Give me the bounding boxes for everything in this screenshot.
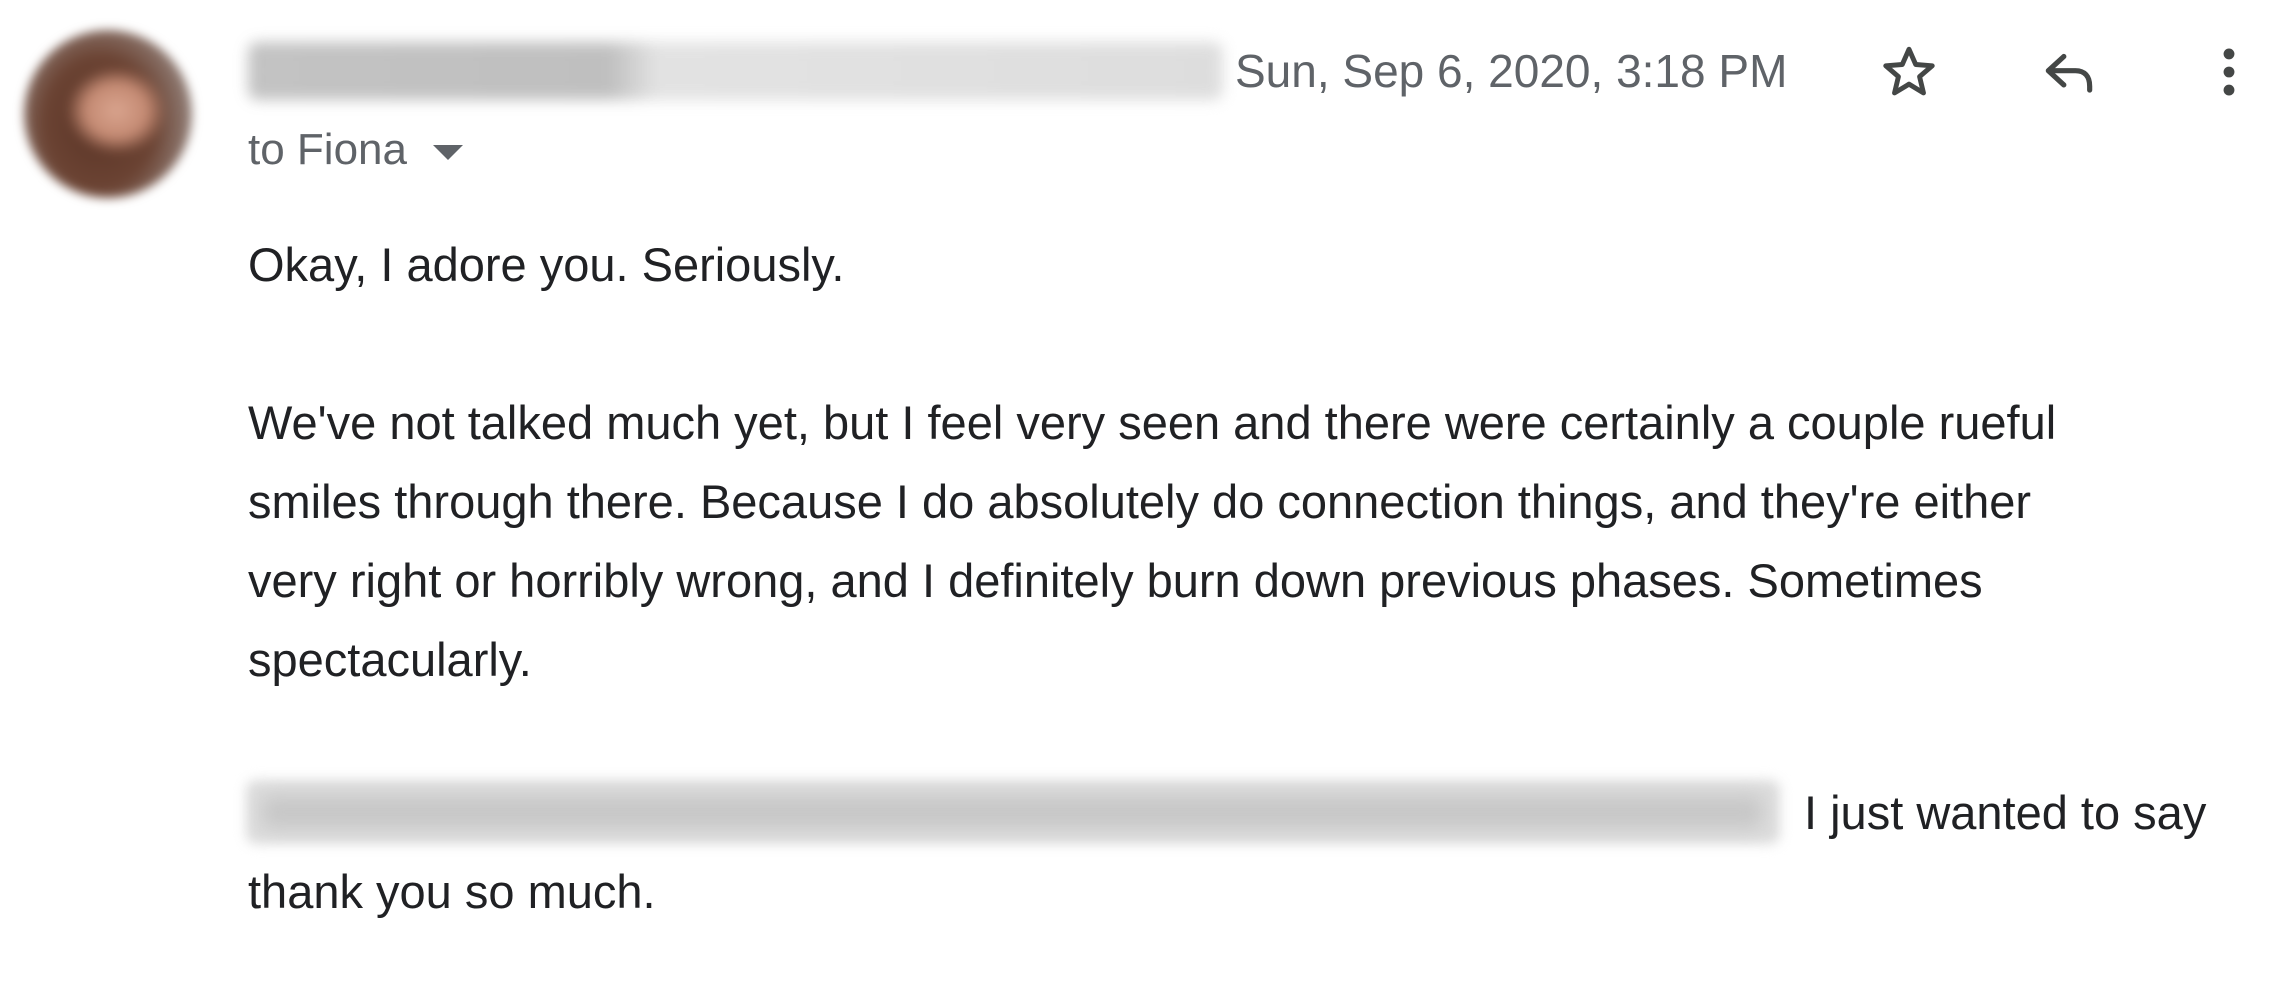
star-icon (1883, 46, 1935, 96)
message-paragraph-line: very right or horribly wrong, and I defi… (248, 554, 1983, 607)
message-paragraph-line: thank you so much. (248, 865, 656, 918)
caret-down-icon (432, 144, 463, 160)
message-paragraph-line: I just wanted to say (1804, 786, 2207, 839)
recipient-label: to Fiona (248, 125, 407, 174)
message-paragraph-line: smiles through there. Because I do absol… (248, 475, 2032, 528)
star-button[interactable] (1873, 36, 1945, 108)
message-paragraph-line: spectacularly. (248, 633, 532, 686)
message-timestamp: Sun, Sep 6, 2020, 3:18 PM (1235, 45, 1788, 97)
reply-button[interactable] (2033, 36, 2105, 108)
sender-name-redacted (248, 42, 1223, 100)
more-options-button[interactable] (2193, 36, 2265, 108)
message-paragraph-line: We've not talked much yet, but I feel ve… (248, 396, 2057, 449)
recipient-details-toggle[interactable]: to Fiona (248, 120, 463, 180)
redacted-text-shade (262, 796, 1762, 828)
message-greeting: Okay, I adore you. Seriously. (248, 238, 845, 291)
more-vert-icon (2223, 48, 2235, 96)
sender-avatar[interactable] (24, 30, 192, 198)
reply-icon (2045, 53, 2093, 93)
